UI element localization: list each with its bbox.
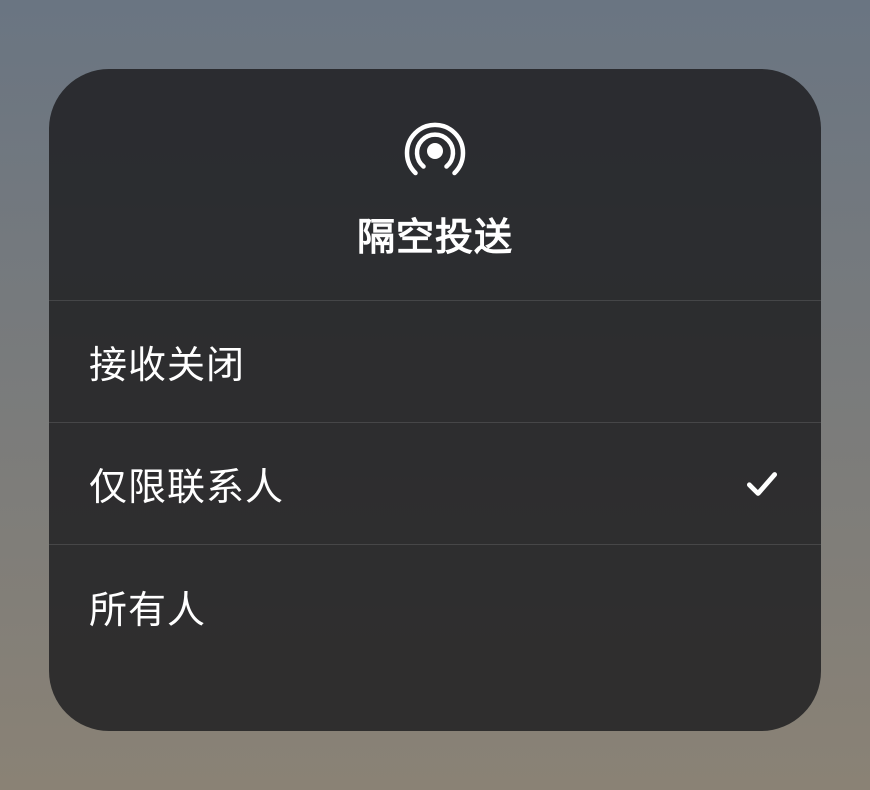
option-label: 所有人 <box>89 579 206 634</box>
checkmark-icon <box>743 465 781 503</box>
option-label: 仅限联系人 <box>89 456 284 511</box>
option-contacts-only[interactable]: 仅限联系人 <box>49 423 821 545</box>
airdrop-panel: 隔空投送 接收关闭 仅限联系人 所有人 <box>49 69 821 731</box>
panel-header: 隔空投送 <box>49 69 821 301</box>
airdrop-icon <box>402 118 468 184</box>
option-label: 接收关闭 <box>89 334 245 389</box>
panel-title: 隔空投送 <box>357 206 513 261</box>
option-everyone[interactable]: 所有人 <box>49 545 821 667</box>
option-receiving-off[interactable]: 接收关闭 <box>49 301 821 423</box>
